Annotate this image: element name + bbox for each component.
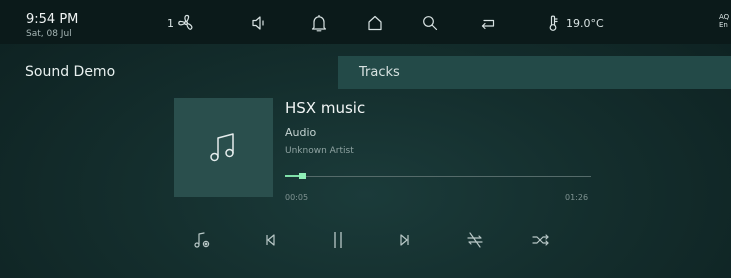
track-artist: Unknown Artist bbox=[285, 146, 354, 156]
total-duration: 01:26 bbox=[565, 193, 589, 202]
bell-icon[interactable] bbox=[308, 12, 330, 34]
fan-level: 1 bbox=[167, 17, 174, 30]
skip-previous-icon[interactable] bbox=[259, 229, 281, 251]
album-art bbox=[174, 98, 273, 197]
tab-tracks[interactable]: Tracks bbox=[338, 56, 731, 89]
music-note-icon bbox=[203, 127, 245, 169]
status-bar: 9:54 PM Sat, 08 Jul 1 19.0°C AQ En bbox=[0, 0, 731, 44]
thermometer-icon bbox=[542, 12, 564, 34]
cabin-temperature[interactable]: 19.0°C bbox=[566, 17, 604, 30]
playlist-settings-icon[interactable] bbox=[191, 229, 213, 251]
shuffle-icon[interactable] bbox=[530, 229, 552, 251]
fan-icon[interactable] bbox=[175, 12, 197, 34]
media-screen: 9:54 PM Sat, 08 Jul 1 19.0°C AQ En Sound… bbox=[0, 0, 731, 278]
clock-date: Sat, 08 Jul bbox=[26, 29, 72, 39]
search-icon[interactable] bbox=[419, 12, 441, 34]
progress-thumb[interactable] bbox=[299, 173, 306, 179]
track-title: HSX music bbox=[285, 99, 366, 117]
page-title: Sound Demo bbox=[25, 64, 116, 80]
clock-time: 9:54 PM bbox=[26, 12, 79, 27]
elapsed-time: 00:05 bbox=[285, 193, 309, 202]
home-icon[interactable] bbox=[364, 12, 386, 34]
playback-progress-bar[interactable] bbox=[285, 170, 591, 182]
speaker-icon[interactable] bbox=[248, 12, 270, 34]
return-icon[interactable] bbox=[477, 12, 499, 34]
track-type: Audio bbox=[285, 126, 317, 139]
edge-line-1: AQ bbox=[719, 13, 730, 21]
pause-icon[interactable] bbox=[327, 229, 349, 251]
skip-next-icon[interactable] bbox=[394, 229, 416, 251]
progress-track bbox=[285, 176, 591, 177]
edge-status-text: AQ En bbox=[719, 13, 729, 29]
edge-line-2: En bbox=[719, 21, 728, 29]
repeat-off-icon[interactable] bbox=[464, 229, 486, 251]
